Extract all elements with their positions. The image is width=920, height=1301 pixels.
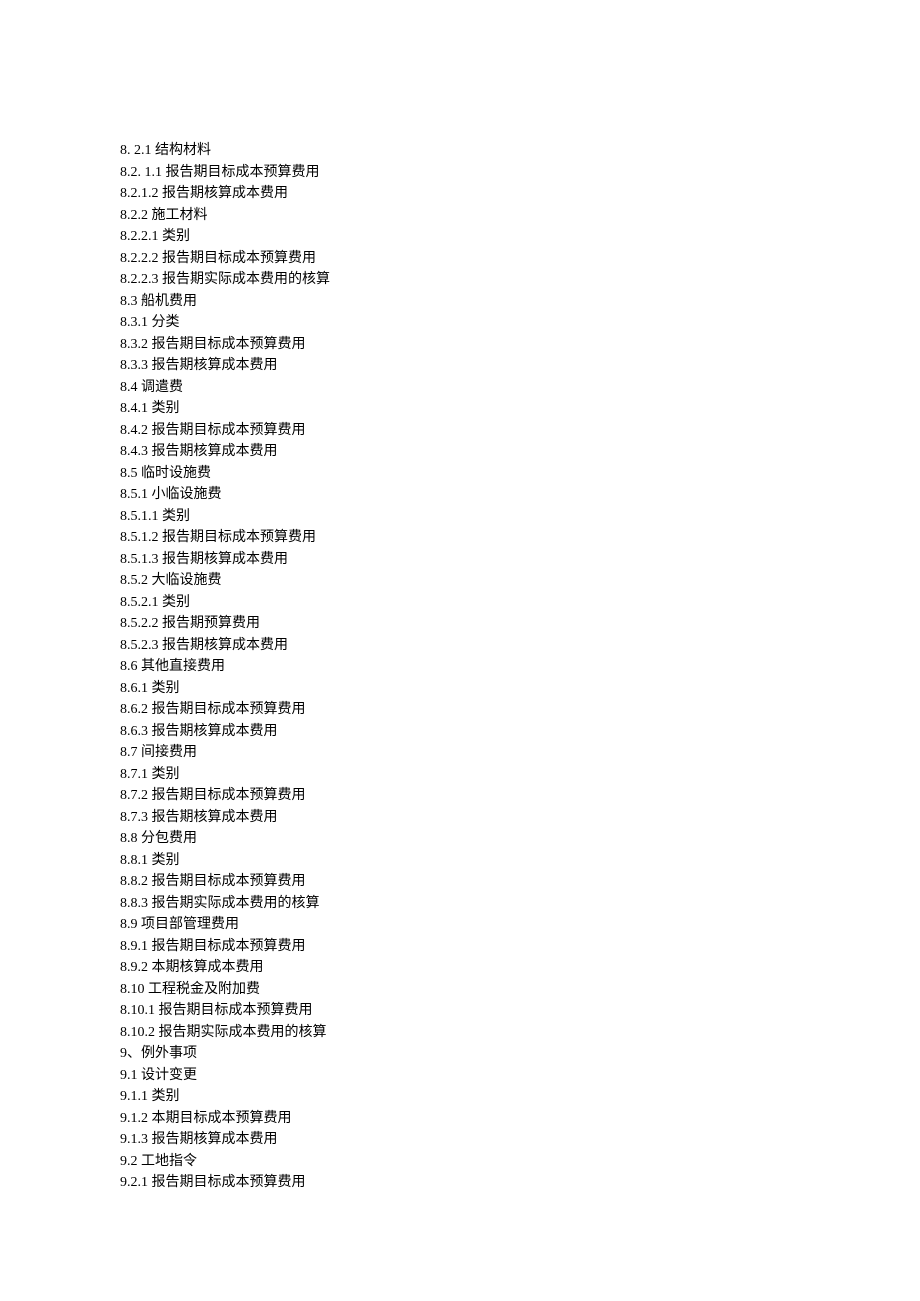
toc-line: 8.3 船机费用 xyxy=(120,291,800,313)
toc-line: 8.9.2 本期核算成本费用 xyxy=(120,957,800,979)
toc-line: 8.5.2.1 类别 xyxy=(120,592,800,614)
toc-line: 8.5.2 大临设施费 xyxy=(120,570,800,592)
toc-line: 8.10 工程税金及附加费 xyxy=(120,979,800,1001)
toc-line: 8.2.1.2 报告期核算成本费用 xyxy=(120,183,800,205)
toc-line: 8.7 间接费用 xyxy=(120,742,800,764)
toc-line: 8.6.1 类别 xyxy=(120,678,800,700)
toc-line: 8.8.3 报告期实际成本费用的核算 xyxy=(120,893,800,915)
document-content: 8. 2.1 结构材料8.2. 1.1 报告期目标成本预算费用8.2.1.2 报… xyxy=(120,140,800,1194)
toc-line: 8.5.1.2 报告期目标成本预算费用 xyxy=(120,527,800,549)
toc-line: 8.5.2.3 报告期核算成本费用 xyxy=(120,635,800,657)
toc-line: 9.1.2 本期目标成本预算费用 xyxy=(120,1108,800,1130)
toc-line: 8.2.2.3 报告期实际成本费用的核算 xyxy=(120,269,800,291)
toc-line: 8. 2.1 结构材料 xyxy=(120,140,800,162)
toc-line: 8.7.2 报告期目标成本预算费用 xyxy=(120,785,800,807)
toc-line: 9、例外事项 xyxy=(120,1043,800,1065)
toc-line: 8.9.1 报告期目标成本预算费用 xyxy=(120,936,800,958)
toc-line: 8.7.3 报告期核算成本费用 xyxy=(120,807,800,829)
toc-line: 8.5.2.2 报告期预算费用 xyxy=(120,613,800,635)
toc-line: 8.2.2.2 报告期目标成本预算费用 xyxy=(120,248,800,270)
toc-line: 8.8.1 类别 xyxy=(120,850,800,872)
toc-line: 8.5 临时设施费 xyxy=(120,463,800,485)
toc-line: 8.2.2.1 类别 xyxy=(120,226,800,248)
toc-line: 8.4.3 报告期核算成本费用 xyxy=(120,441,800,463)
toc-line: 8.10.2 报告期实际成本费用的核算 xyxy=(120,1022,800,1044)
toc-line: 8.6.2 报告期目标成本预算费用 xyxy=(120,699,800,721)
toc-line: 8.8 分包费用 xyxy=(120,828,800,850)
toc-line: 8.4.2 报告期目标成本预算费用 xyxy=(120,420,800,442)
toc-line: 8.10.1 报告期目标成本预算费用 xyxy=(120,1000,800,1022)
toc-line: 8.6 其他直接费用 xyxy=(120,656,800,678)
toc-line: 9.2 工地指令 xyxy=(120,1151,800,1173)
toc-line: 8.7.1 类别 xyxy=(120,764,800,786)
toc-line: 9.2.1 报告期目标成本预算费用 xyxy=(120,1172,800,1194)
toc-line: 8.3.2 报告期目标成本预算费用 xyxy=(120,334,800,356)
toc-line: 9.1.3 报告期核算成本费用 xyxy=(120,1129,800,1151)
toc-line: 8.5.1.3 报告期核算成本费用 xyxy=(120,549,800,571)
toc-line: 8.2. 1.1 报告期目标成本预算费用 xyxy=(120,162,800,184)
toc-line: 8.4.1 类别 xyxy=(120,398,800,420)
toc-line: 8.5.1 小临设施费 xyxy=(120,484,800,506)
toc-line: 9.1 设计变更 xyxy=(120,1065,800,1087)
toc-line: 8.5.1.1 类别 xyxy=(120,506,800,528)
toc-line: 8.2.2 施工材料 xyxy=(120,205,800,227)
toc-line: 9.1.1 类别 xyxy=(120,1086,800,1108)
toc-line: 8.4 调遣费 xyxy=(120,377,800,399)
toc-line: 8.8.2 报告期目标成本预算费用 xyxy=(120,871,800,893)
toc-line: 8.9 项目部管理费用 xyxy=(120,914,800,936)
toc-line: 8.3.3 报告期核算成本费用 xyxy=(120,355,800,377)
toc-line: 8.6.3 报告期核算成本费用 xyxy=(120,721,800,743)
toc-line: 8.3.1 分类 xyxy=(120,312,800,334)
